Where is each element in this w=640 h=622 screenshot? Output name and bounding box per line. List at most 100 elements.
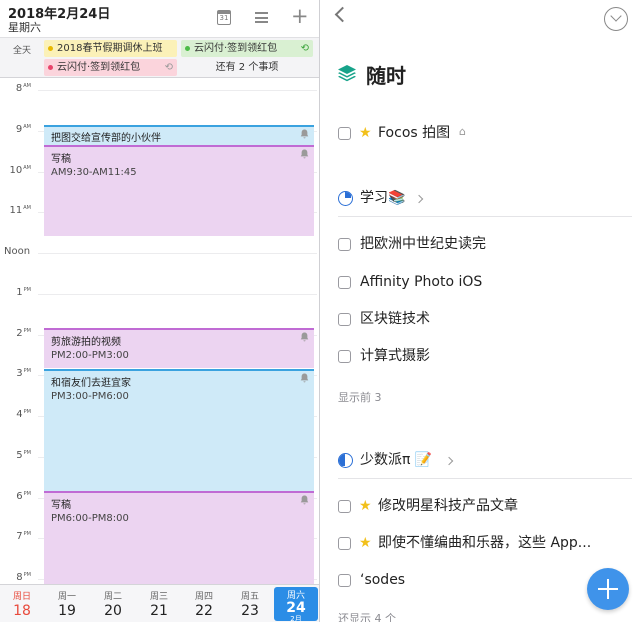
task-checkbox[interactable] (338, 350, 351, 363)
timed-event[interactable]: 和宿友们去逛宜家 PM3:00-PM6:00 (44, 369, 314, 491)
more-events-link[interactable]: 还有 2 个事项 (181, 59, 313, 76)
timed-event[interactable]: 把图交给宣传部的小伙伴 (44, 125, 314, 145)
event-title: 剪旅游拍的视频 (51, 337, 121, 348)
bell-icon (300, 149, 309, 159)
task-checkbox[interactable] (338, 127, 351, 140)
hour-label: 4PM (16, 409, 31, 420)
timed-event[interactable]: 写稿 PM6:00-PM8:00 (44, 491, 314, 584)
hour-line (38, 253, 317, 254)
task-title: 区块链技术 (360, 311, 430, 327)
day-timeline[interactable]: 8AM 9AM 10AM 11AM Noon 1PM 2PM 3PM 4PM 5… (0, 78, 319, 584)
bell-icon (300, 373, 309, 383)
bell-icon (300, 495, 309, 505)
event-time: PM2:00-PM3:00 (51, 350, 129, 361)
calendar-panel: 2018年2月24日 星期六 31 + 全天 2018春节假期调休上班 云闪付·… (0, 0, 319, 622)
show-more-link[interactable]: 显示前 3 (338, 389, 382, 405)
star-icon: ★ (359, 498, 372, 514)
hour-label: 1PM (16, 287, 31, 298)
weekday-number: 20 (104, 603, 122, 619)
hour-label: 7PM (16, 531, 31, 542)
task-row[interactable]: 把欧洲中世纪史读完 (338, 234, 633, 256)
all-day-event-title: 云闪付·签到领红包 (194, 43, 278, 54)
task-group-header[interactable]: 学习📚 (338, 188, 633, 210)
progress-half-icon (338, 453, 353, 468)
task-title: 即使不懂编曲和乐器，这些 App... (378, 535, 592, 551)
task-checkbox[interactable] (338, 238, 351, 251)
add-task-button[interactable] (587, 568, 629, 610)
all-day-event[interactable]: 云闪付·签到领红包 ⟲ (44, 59, 177, 76)
group-title: 学习📚 (360, 190, 406, 206)
hour-label: 3PM (16, 368, 31, 379)
today-calendar-icon[interactable]: 31 (217, 10, 231, 25)
task-checkbox[interactable] (338, 537, 351, 550)
task-row[interactable]: Affinity Photo iOS (338, 272, 633, 294)
bell-icon (300, 129, 309, 139)
task-title: 计算式摄影 (360, 348, 430, 364)
all-day-label: 全天 (13, 46, 32, 56)
back-chevron-icon[interactable] (334, 6, 351, 23)
task-checkbox[interactable] (338, 313, 351, 326)
weekday-cell[interactable]: 周三 21 (137, 585, 181, 622)
weekday-cell[interactable]: 周二 20 (91, 585, 135, 622)
all-day-event-title: 2018春节假期调休上班 (57, 43, 163, 54)
event-title: 写稿 (51, 154, 71, 165)
weekday-name: 周五 (240, 592, 259, 602)
hour-label: 10AM (9, 165, 31, 176)
task-row[interactable]: ★ 修改明星科技产品文章 (338, 496, 633, 518)
show-more-link[interactable]: 还显示 4 个 (338, 610, 396, 622)
weekday-cell-today[interactable]: 周六 24 2月 (274, 587, 318, 622)
progress-pie-icon (338, 191, 353, 206)
task-checkbox[interactable] (338, 276, 351, 289)
repeat-icon: ⟲ (300, 43, 309, 54)
event-time: AM9:30-AM11:45 (51, 167, 137, 178)
all-day-event[interactable]: 2018春节假期调休上班 (44, 40, 177, 57)
hour-label: 8AM (15, 83, 31, 94)
calendar-color-dot (185, 46, 190, 51)
weekday-name: 周二 (103, 592, 122, 602)
add-event-icon[interactable]: + (291, 6, 309, 27)
bell-icon (300, 332, 309, 342)
weekday-cell[interactable]: 周一 19 (45, 585, 89, 622)
weekday-number: 21 (150, 603, 168, 619)
calendar-weekday: 星期六 (8, 21, 41, 34)
task-row[interactable]: 区块链技术 (338, 309, 633, 331)
all-day-event-title: 云闪付·签到领红包 (57, 62, 141, 73)
star-icon: ★ (359, 125, 372, 141)
weekday-cell[interactable]: 周日 18 (0, 585, 44, 622)
star-icon: ★ (359, 535, 372, 551)
weekday-number: 22 (195, 603, 213, 619)
task-checkbox[interactable] (338, 574, 351, 587)
hour-line (38, 294, 317, 295)
weekday-name: 周三 (149, 592, 168, 602)
timed-event[interactable]: 剪旅游拍的视频 PM2:00-PM3:00 (44, 328, 314, 368)
task-list-panel: 随时 ★ Focos 拍图 ⌂ 学习📚 把欧洲中世纪史读完 Affinity P… (320, 0, 640, 622)
hour-label: 6PM (16, 491, 31, 502)
group-separator (338, 216, 632, 217)
event-time: PM6:00-PM8:00 (51, 513, 129, 524)
complete-check-icon[interactable] (604, 7, 628, 31)
list-view-icon[interactable] (255, 12, 268, 23)
task-checkbox[interactable] (338, 500, 351, 513)
hour-label: 5PM (16, 450, 31, 461)
weekday-cell[interactable]: 周四 22 (182, 585, 226, 622)
repeat-icon: ⟲ (164, 62, 173, 73)
event-title: 把图交给宣传部的小伙伴 (51, 133, 161, 144)
all-day-event[interactable]: 云闪付·签到领红包 ⟲ (181, 40, 313, 57)
timed-event[interactable]: 写稿 AM9:30-AM11:45 (44, 145, 314, 236)
weekday-cell[interactable]: 周五 23 (228, 585, 272, 622)
hour-line (38, 90, 317, 91)
calendar-color-dot (48, 46, 53, 51)
task-row[interactable]: ★ Focos 拍图 ⌂ (338, 123, 633, 145)
hour-label: 2PM (16, 328, 31, 339)
task-group-header[interactable]: 少数派π 📝 (338, 450, 633, 472)
hour-label: 8PM (16, 572, 31, 583)
task-title: 修改明星科技产品文章 (378, 498, 518, 514)
event-title: 写稿 (51, 500, 71, 511)
task-row[interactable]: ★ 即使不懂编曲和乐器，这些 App... (338, 533, 633, 555)
weekday-name: 周一 (57, 592, 76, 602)
task-title: 把欧洲中世纪史读完 (360, 236, 486, 252)
calendar-header: 2018年2月24日 星期六 31 + (0, 0, 319, 37)
task-title: Affinity Photo iOS (360, 274, 483, 290)
task-row[interactable]: 计算式摄影 (338, 346, 633, 368)
group-separator (338, 478, 632, 479)
